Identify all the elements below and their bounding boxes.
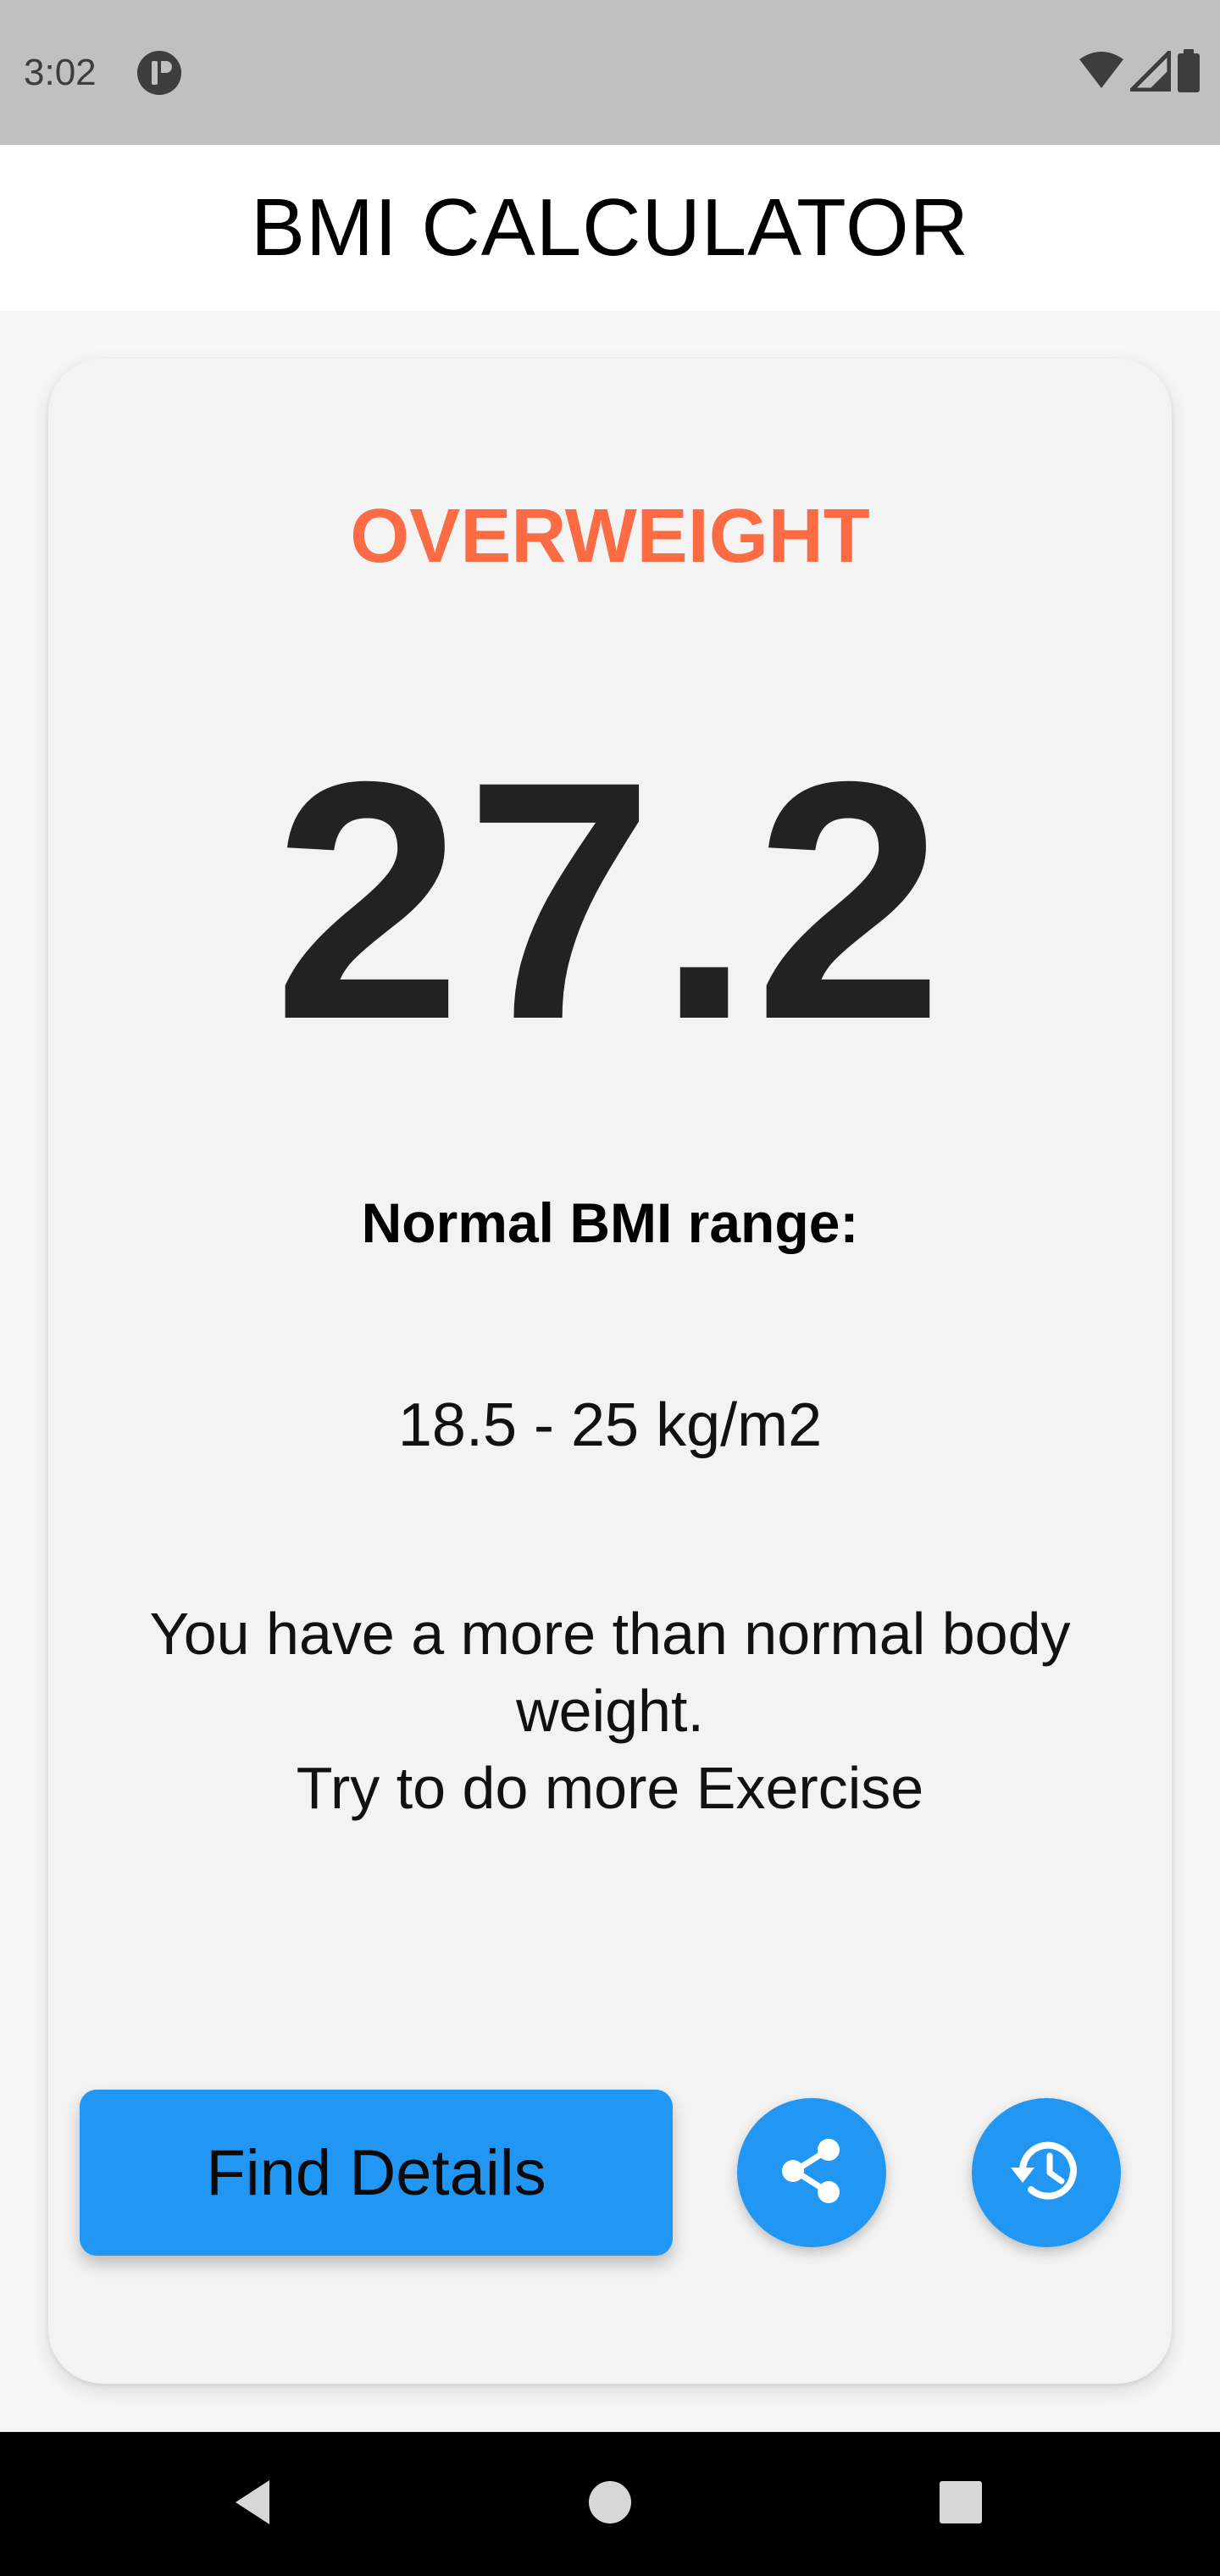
status-icons [1078, 48, 1201, 97]
share-icon [776, 2135, 847, 2211]
app-bar: BMI CALCULATOR [0, 145, 1220, 311]
nav-home-button[interactable] [568, 2462, 652, 2546]
bmi-value: 27.2 [273, 711, 947, 1090]
wifi-icon [1078, 51, 1125, 96]
status-bar: 3:02 [0, 0, 1220, 145]
share-button[interactable] [737, 2098, 886, 2247]
app-notification-icon [136, 49, 183, 97]
bmi-category: OVERWEIGHT [350, 494, 870, 579]
advice-line: weight. [516, 1678, 704, 1744]
history-button[interactable] [972, 2098, 1121, 2247]
battery-icon [1176, 48, 1201, 97]
nav-recents-button[interactable] [918, 2462, 1003, 2546]
back-icon [229, 2477, 280, 2532]
advice-text: You have a more than normal body weight.… [82, 1596, 1138, 1827]
advice-line: You have a more than normal body [149, 1601, 1071, 1667]
find-details-button[interactable]: Find Details [80, 2090, 673, 2256]
history-icon [1006, 2130, 1087, 2216]
cellular-signal-icon [1129, 50, 1172, 96]
result-card: OVERWEIGHT 27.2 Normal BMI range: 18.5 -… [48, 358, 1172, 2384]
app-title: BMI CALCULATOR [251, 182, 969, 273]
advice-line: Try to do more Exercise [296, 1755, 924, 1821]
status-time: 3:02 [24, 52, 97, 93]
navigation-bar [0, 2432, 1220, 2576]
nav-back-button[interactable] [212, 2462, 297, 2546]
recents-icon [937, 2479, 984, 2530]
home-icon [586, 2479, 634, 2530]
normal-range-heading: Normal BMI range: [361, 1191, 859, 1254]
normal-range-value: 18.5 - 25 kg/m2 [397, 1391, 823, 1459]
